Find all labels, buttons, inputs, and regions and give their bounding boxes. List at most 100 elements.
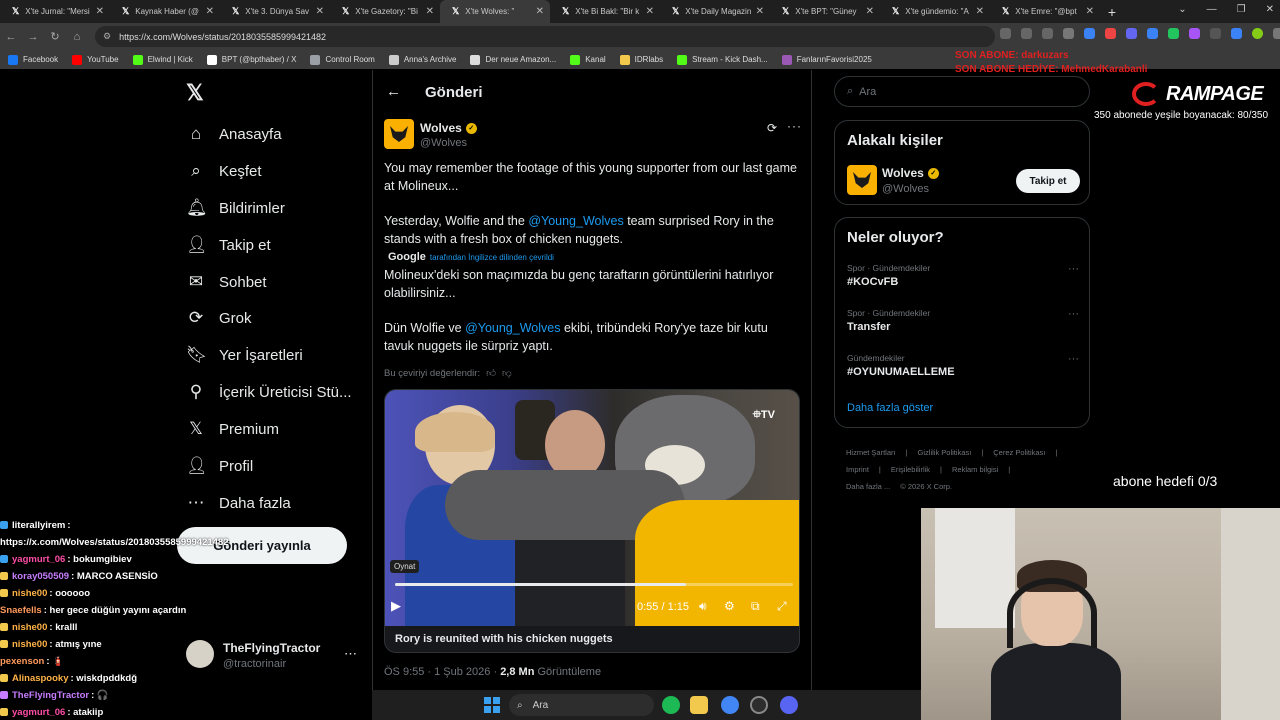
nav-item-follow[interactable]: 👤︎ Takip et: [186, 230, 271, 260]
post-more-icon[interactable]: ···: [787, 119, 802, 133]
chrome-icon[interactable]: [721, 696, 739, 714]
extension-b-icon[interactable]: [1105, 28, 1116, 39]
site-info-icon[interactable]: ⚙: [103, 31, 111, 42]
bookmark-item[interactable]: Facebook: [8, 54, 58, 65]
extension-c-icon[interactable]: [1126, 28, 1137, 39]
chat-username[interactable]: nishe00: [12, 588, 47, 599]
chat-username[interactable]: TheFlyingTractor: [12, 690, 89, 701]
footer-link[interactable]: Erişilebilirlik: [891, 465, 930, 474]
trend-more-icon[interactable]: ···: [1068, 353, 1079, 365]
bookmark-star-icon[interactable]: [1063, 28, 1074, 39]
volume-icon[interactable]: 🔊︎: [699, 599, 707, 614]
bookmark-item[interactable]: BPT (@bpthaber) / X: [206, 54, 296, 65]
footer-link[interactable]: Reklam bilgisi: [952, 465, 998, 474]
tab-close-icon[interactable]: ✕: [976, 6, 984, 17]
windows-start-icon[interactable]: [484, 697, 500, 713]
thumbs-up-icon[interactable]: 👍︎: [486, 367, 496, 379]
nav-item-chat[interactable]: ✉ Sohbet: [186, 267, 267, 297]
nav-item-grok[interactable]: ⟳ Grok: [186, 303, 252, 333]
forward-nav-icon[interactable]: →: [22, 31, 44, 43]
chat-username[interactable]: nishe00: [12, 622, 47, 633]
new-tab-icon[interactable]: +: [1100, 4, 1124, 20]
settings-gear-icon[interactable]: ⚙: [724, 599, 735, 613]
trend-item[interactable]: Gündemdekiler #OYUNUMAELLEME ···: [847, 353, 1079, 378]
tab-close-icon[interactable]: ✕: [646, 6, 654, 17]
bookmark-item[interactable]: Kanal: [570, 54, 606, 65]
post-author-avatar[interactable]: [384, 119, 414, 149]
browser-tab[interactable]: 𝕏 X'te Daily Magazin ✕: [660, 0, 770, 23]
video-progress-bar[interactable]: [395, 583, 793, 586]
picture-in-picture-icon[interactable]: ⧉: [751, 599, 760, 614]
translated-by-text[interactable]: tarafından İngilizce dilinden çevrildi: [430, 253, 554, 262]
bookmark-item[interactable]: Elwind | Kick: [132, 54, 193, 65]
extension-f-icon[interactable]: [1210, 28, 1221, 39]
nav-item-creator-studio[interactable]: ⚲ İçerik Üreticisi Stü...: [186, 377, 352, 407]
mention-link[interactable]: @Young_Wolves: [528, 214, 623, 228]
browser-tab[interactable]: 𝕏 X'te Jurnal: "Mersi ✕: [0, 0, 110, 23]
discord-icon[interactable]: [780, 696, 798, 714]
nav-item-profile[interactable]: 👤︎ Profil: [186, 451, 253, 481]
chat-username[interactable]: pexenson: [0, 656, 44, 667]
chat-username[interactable]: literallyirem: [12, 520, 65, 531]
nav-item-explore[interactable]: ⌕ Keşfet: [186, 156, 261, 186]
tab-close-icon[interactable]: ✕: [1086, 6, 1094, 17]
bookmark-item[interactable]: Stream - Kick Dash...: [677, 54, 768, 65]
home-icon[interactable]: ⌂: [66, 31, 88, 43]
chat-username[interactable]: nishe00: [12, 639, 47, 650]
tab-search-icon[interactable]: ⌄: [1178, 4, 1186, 15]
footer-link[interactable]: Çerez Politikası: [993, 448, 1045, 457]
zoom-icon[interactable]: [1021, 28, 1032, 39]
post-author-handle[interactable]: @Wolves: [420, 137, 467, 149]
trend-item[interactable]: Spor · Gündemdekiler #KOCvFB ···: [847, 263, 1079, 288]
menu-kebab-icon[interactable]: [1273, 28, 1280, 39]
browser-tab[interactable]: 𝕏 X'te Gazetory: "Bi ✕: [330, 0, 440, 23]
footer-link[interactable]: © 2026 X Corp.: [900, 482, 952, 491]
browser-tab[interactable]: 𝕏 X'te gündemio: "A ✕: [880, 0, 990, 23]
back-nav-icon[interactable]: ←: [0, 31, 22, 43]
tab-close-icon[interactable]: ✕: [536, 6, 544, 17]
video-card[interactable]: ⯐TV Oynat ▶ 0:55 / 1:15 🔊︎ ⚙ ⧉ ⤢ Rory is…: [384, 389, 800, 653]
post-timestamp[interactable]: ÖS 9:55 · 1 Şub 2026 ·: [384, 666, 500, 678]
address-bar[interactable]: ⚙ https://x.com/Wolves/status/2018035585…: [95, 26, 995, 47]
nav-item-more[interactable]: ⋯ Daha fazla: [186, 488, 291, 518]
spotify-icon[interactable]: [662, 696, 680, 714]
footer-link[interactable]: Imprint: [846, 465, 869, 474]
download-icon[interactable]: [1000, 28, 1011, 39]
related-avatar[interactable]: [847, 165, 877, 195]
back-arrow-icon[interactable]: ←: [386, 83, 401, 100]
trend-more-icon[interactable]: ···: [1068, 263, 1079, 275]
footer-link[interactable]: Daha fazla ...: [846, 482, 890, 491]
chat-username[interactable]: Snaefells: [0, 605, 42, 616]
taskbar-search[interactable]: ⌕ Ara: [509, 694, 654, 716]
chat-username[interactable]: koray050509: [12, 571, 69, 582]
follow-button[interactable]: Takip et: [1016, 169, 1080, 193]
chat-username[interactable]: Alinaspooky: [12, 673, 69, 684]
extensions-puzzle-icon[interactable]: [1147, 28, 1158, 39]
nav-item-notifications[interactable]: 🔔︎ Bildirimler: [186, 193, 285, 223]
bookmark-item[interactable]: Anna's Archive: [388, 54, 456, 65]
bookmark-item[interactable]: Der neue Amazon...: [470, 54, 556, 65]
browser-tab[interactable]: 𝕏 Kaynak Haber (@ ✕: [110, 0, 220, 23]
bookmark-item[interactable]: FanlarınFavorisi2025: [781, 54, 872, 65]
tab-close-icon[interactable]: ✕: [426, 6, 434, 17]
tab-close-icon[interactable]: ✕: [96, 6, 104, 17]
reload-icon[interactable]: ↻: [44, 30, 66, 43]
extension-d-icon[interactable]: [1168, 28, 1179, 39]
extension-a-icon[interactable]: [1084, 28, 1095, 39]
thumbs-down-icon[interactable]: 👎︎: [502, 367, 512, 379]
tab-close-icon[interactable]: ✕: [206, 6, 214, 17]
footer-link[interactable]: Gizlilik Politikası: [918, 448, 972, 457]
browser-tab[interactable]: 𝕏 X'te 3. Dünya Sav ✕: [220, 0, 330, 23]
browser-tab[interactable]: 𝕏 X'te BPT: "Güney ✕: [770, 0, 880, 23]
nav-item-bookmarks[interactable]: 🔖︎ Yer İşaretleri: [186, 340, 303, 370]
share-icon[interactable]: [1042, 28, 1053, 39]
profile-avatar-icon[interactable]: [1252, 28, 1263, 39]
tab-close-icon[interactable]: ✕: [866, 6, 874, 17]
bookmark-item[interactable]: YouTube: [72, 54, 119, 65]
trend-more-icon[interactable]: ···: [1068, 308, 1079, 320]
minimize-icon[interactable]: —: [1207, 4, 1217, 15]
search-input[interactable]: ⌕ Ara: [834, 76, 1090, 107]
bookmark-item[interactable]: IDRlabs: [619, 54, 663, 65]
browser-tab[interactable]: 𝕏 X'te Bi Bakl: "Bir k ✕: [550, 0, 660, 23]
close-window-icon[interactable]: ✕: [1266, 4, 1274, 15]
